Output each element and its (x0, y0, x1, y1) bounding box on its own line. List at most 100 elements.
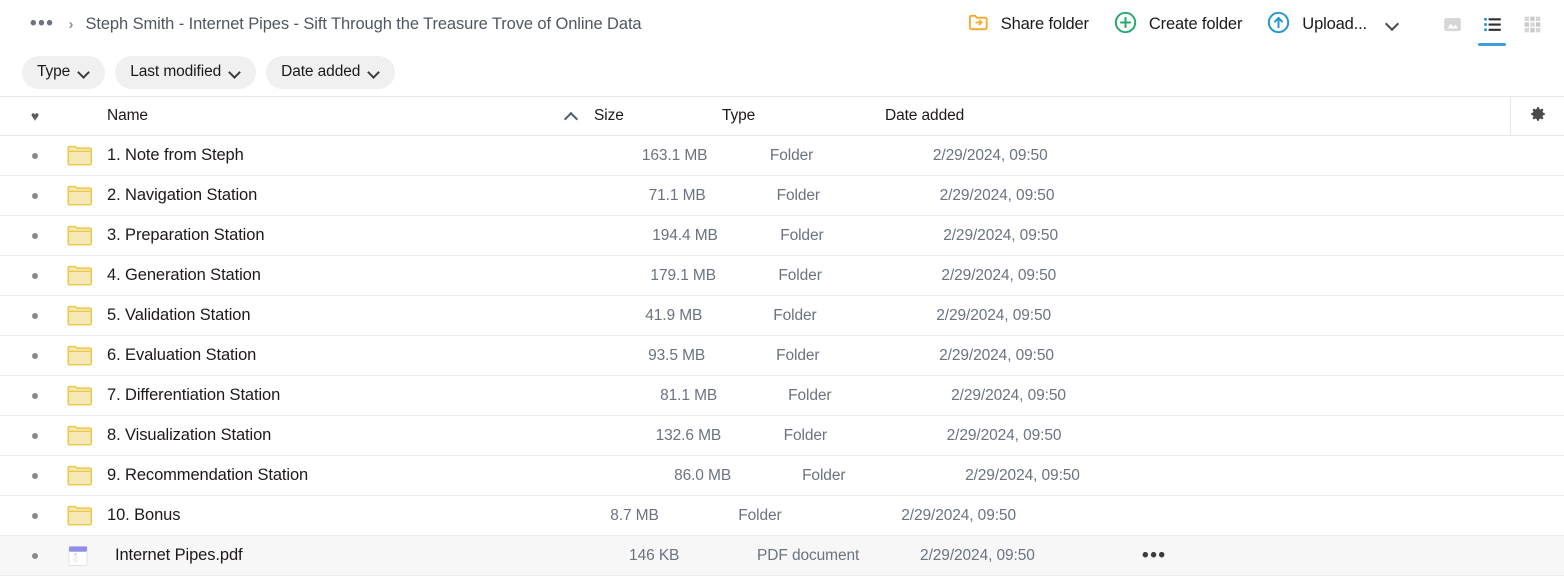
create-folder-button[interactable]: Create folder (1101, 5, 1254, 43)
folder-icon (62, 465, 107, 486)
filter-last-modified-label: Last modified (130, 63, 222, 80)
table-row[interactable]: 8. Visualization Station 132.6 MB Folder 2/… (0, 416, 1564, 456)
table-row[interactable]: 5. Validation Station 41.9 MB Folder 2/29/2… (0, 296, 1564, 336)
create-folder-label: Create folder (1148, 14, 1243, 33)
row-size-label: 71.1 MB (648, 186, 706, 204)
row-name-label: 6. Evaluation Station (107, 346, 257, 364)
row-name-cell[interactable]: 7. Differentiation Station (107, 386, 617, 405)
row-type-cell: Folder (773, 347, 936, 365)
row-date-added-cell: 2/29/2024, 09:50 (917, 547, 1132, 565)
row-favorite-toggle[interactable] (0, 392, 62, 399)
row-type-cell: Folder (767, 147, 930, 165)
row-size-label: 163.1 MB (641, 146, 708, 164)
row-name-label: 7. Differentiation Station (107, 386, 281, 404)
row-favorite-toggle[interactable] (0, 472, 62, 479)
row-size-label: 146 KB (629, 546, 680, 564)
row-favorite-toggle[interactable] (0, 552, 62, 559)
row-name-cell[interactable]: 10. Bonus (107, 506, 567, 525)
row-name-label: Internet Pipes.pdf (115, 546, 243, 564)
row-type-label: Folder (769, 146, 814, 164)
row-name-cell[interactable]: 3. Preparation Station (107, 226, 609, 245)
type-column-label: Type (721, 107, 756, 124)
date-added-column-header[interactable]: Date added (882, 107, 1097, 125)
row-size-cell: 194.4 MB (649, 227, 777, 245)
row-name-cell[interactable]: 1. Note from Steph (107, 146, 599, 165)
row-gear-spacer (1510, 216, 1564, 256)
grid-view-icon[interactable] (1514, 7, 1550, 41)
row-size-label: 8.7 MB (610, 506, 659, 524)
row-gear-spacer (1510, 536, 1564, 576)
row-favorite-toggle[interactable] (0, 152, 62, 159)
row-name-cell[interactable]: 6. Evaluation Station (107, 346, 605, 365)
bullet-icon (32, 432, 38, 439)
row-favorite-toggle[interactable] (0, 232, 62, 239)
row-size-cell: 86.0 MB (671, 467, 799, 485)
table-row[interactable]: 1. Note from Steph 163.1 MB Folder 2/29/202… (0, 136, 1564, 176)
gallery-view-icon[interactable] (1434, 7, 1470, 41)
size-column-label: Size (593, 107, 624, 124)
upload-button[interactable]: Upload... (1254, 5, 1412, 43)
row-gear-spacer (1510, 296, 1564, 336)
table-row[interactable]: 2. Navigation Station 71.1 MB Folder 2/29/2… (0, 176, 1564, 216)
breadcrumb-current-folder[interactable]: Steph Smith - Internet Pipes - Sift Thro… (85, 15, 641, 34)
type-column-header[interactable]: Type (719, 107, 882, 125)
heart-icon: ♥ (30, 108, 40, 124)
name-column-header[interactable]: Name (107, 107, 551, 125)
row-date-added-label: 2/29/2024, 09:50 (946, 426, 1062, 444)
row-size-cell: 179.1 MB (647, 267, 775, 285)
more-options-icon[interactable]: ••• (1142, 546, 1166, 565)
row-size-label: 132.6 MB (655, 426, 722, 444)
row-favorite-toggle[interactable] (0, 192, 62, 199)
row-favorite-toggle[interactable] (0, 432, 62, 439)
upload-control: Upload... (1254, 5, 1416, 43)
row-date-added-label: 2/29/2024, 09:50 (939, 346, 1054, 364)
row-favorite-toggle[interactable] (0, 352, 62, 359)
row-name-cell[interactable]: Internet Pipes.pdf (107, 546, 586, 565)
table-row[interactable]: 10. Bonus 8.7 MB Folder 2/29/2024, 09:50 (0, 496, 1564, 536)
list-view-icon[interactable] (1474, 7, 1510, 46)
chevron-down-icon (79, 67, 90, 78)
row-size-cell: 71.1 MB (646, 187, 774, 205)
row-gear-spacer (1510, 176, 1564, 216)
filter-type-button[interactable]: Type (22, 55, 106, 89)
bullet-icon (32, 352, 38, 359)
table-header-row: ♥ Name Size Type Date added (0, 96, 1564, 136)
row-gear-spacer (1510, 256, 1564, 296)
favorite-column-header[interactable]: ♥ (0, 109, 62, 123)
row-favorite-toggle[interactable] (0, 272, 62, 279)
row-name-cell[interactable]: 4. Generation Station (107, 266, 607, 285)
row-type-cell: Folder (781, 427, 944, 445)
row-overflow-menu[interactable]: ••• (1132, 546, 1510, 565)
row-name-cell[interactable]: 2. Navigation Station (107, 186, 606, 205)
row-size-label: 179.1 MB (650, 266, 716, 284)
row-name-cell[interactable]: 8. Visualization Station (107, 426, 613, 445)
row-date-added-label: 2/29/2024, 09:50 (901, 506, 1016, 524)
table-row[interactable]: 3. Preparation Station 194.4 MB Folder 2/29… (0, 216, 1564, 256)
chevron-down-icon[interactable] (1386, 17, 1400, 31)
row-favorite-toggle[interactable] (0, 312, 62, 319)
filter-date-added-button[interactable]: Date added (266, 55, 396, 89)
breadcrumb: ••• › Steph Smith - Internet Pipes - Sif… (28, 14, 642, 34)
table-row[interactable]: 6. Evaluation Station 93.5 MB Folder 2/29/2… (0, 336, 1564, 376)
row-name-cell[interactable]: 5. Validation Station (107, 306, 602, 325)
filter-last-modified-button[interactable]: Last modified (115, 55, 257, 89)
row-gear-spacer (1510, 336, 1564, 376)
size-column-header[interactable]: Size (591, 107, 719, 125)
row-favorite-toggle[interactable] (0, 512, 62, 519)
row-size-cell: 146 KB (626, 547, 754, 565)
row-name-label: 9. Recommendation Station (107, 466, 309, 484)
row-name-label: 2. Navigation Station (107, 186, 258, 204)
row-name-label: 3. Preparation Station (107, 226, 265, 244)
share-folder-button[interactable]: Share folder (955, 6, 1101, 42)
table-row[interactable]: 7. Differentiation Station 81.1 MB Folder 2… (0, 376, 1564, 416)
breadcrumb-overflow-icon[interactable]: ••• (28, 14, 56, 33)
table-settings-button[interactable] (1510, 96, 1564, 136)
row-date-added-cell: 2/29/2024, 09:50 (944, 427, 1159, 445)
filter-type-label: Type (37, 63, 71, 80)
table-row[interactable]: 4. Generation Station 179.1 MB Folder 2/29/… (0, 256, 1564, 296)
table-row[interactable]: Internet Pipes.pdf 146 KB PDF document 2/29… (0, 536, 1564, 576)
table-row[interactable]: 9. Recommendation Station 86.0 MB Folder 2/… (0, 456, 1564, 496)
row-name-cell[interactable]: 9. Recommendation Station (107, 466, 631, 485)
row-size-label: 81.1 MB (660, 386, 718, 404)
name-sort-control[interactable] (551, 110, 591, 122)
